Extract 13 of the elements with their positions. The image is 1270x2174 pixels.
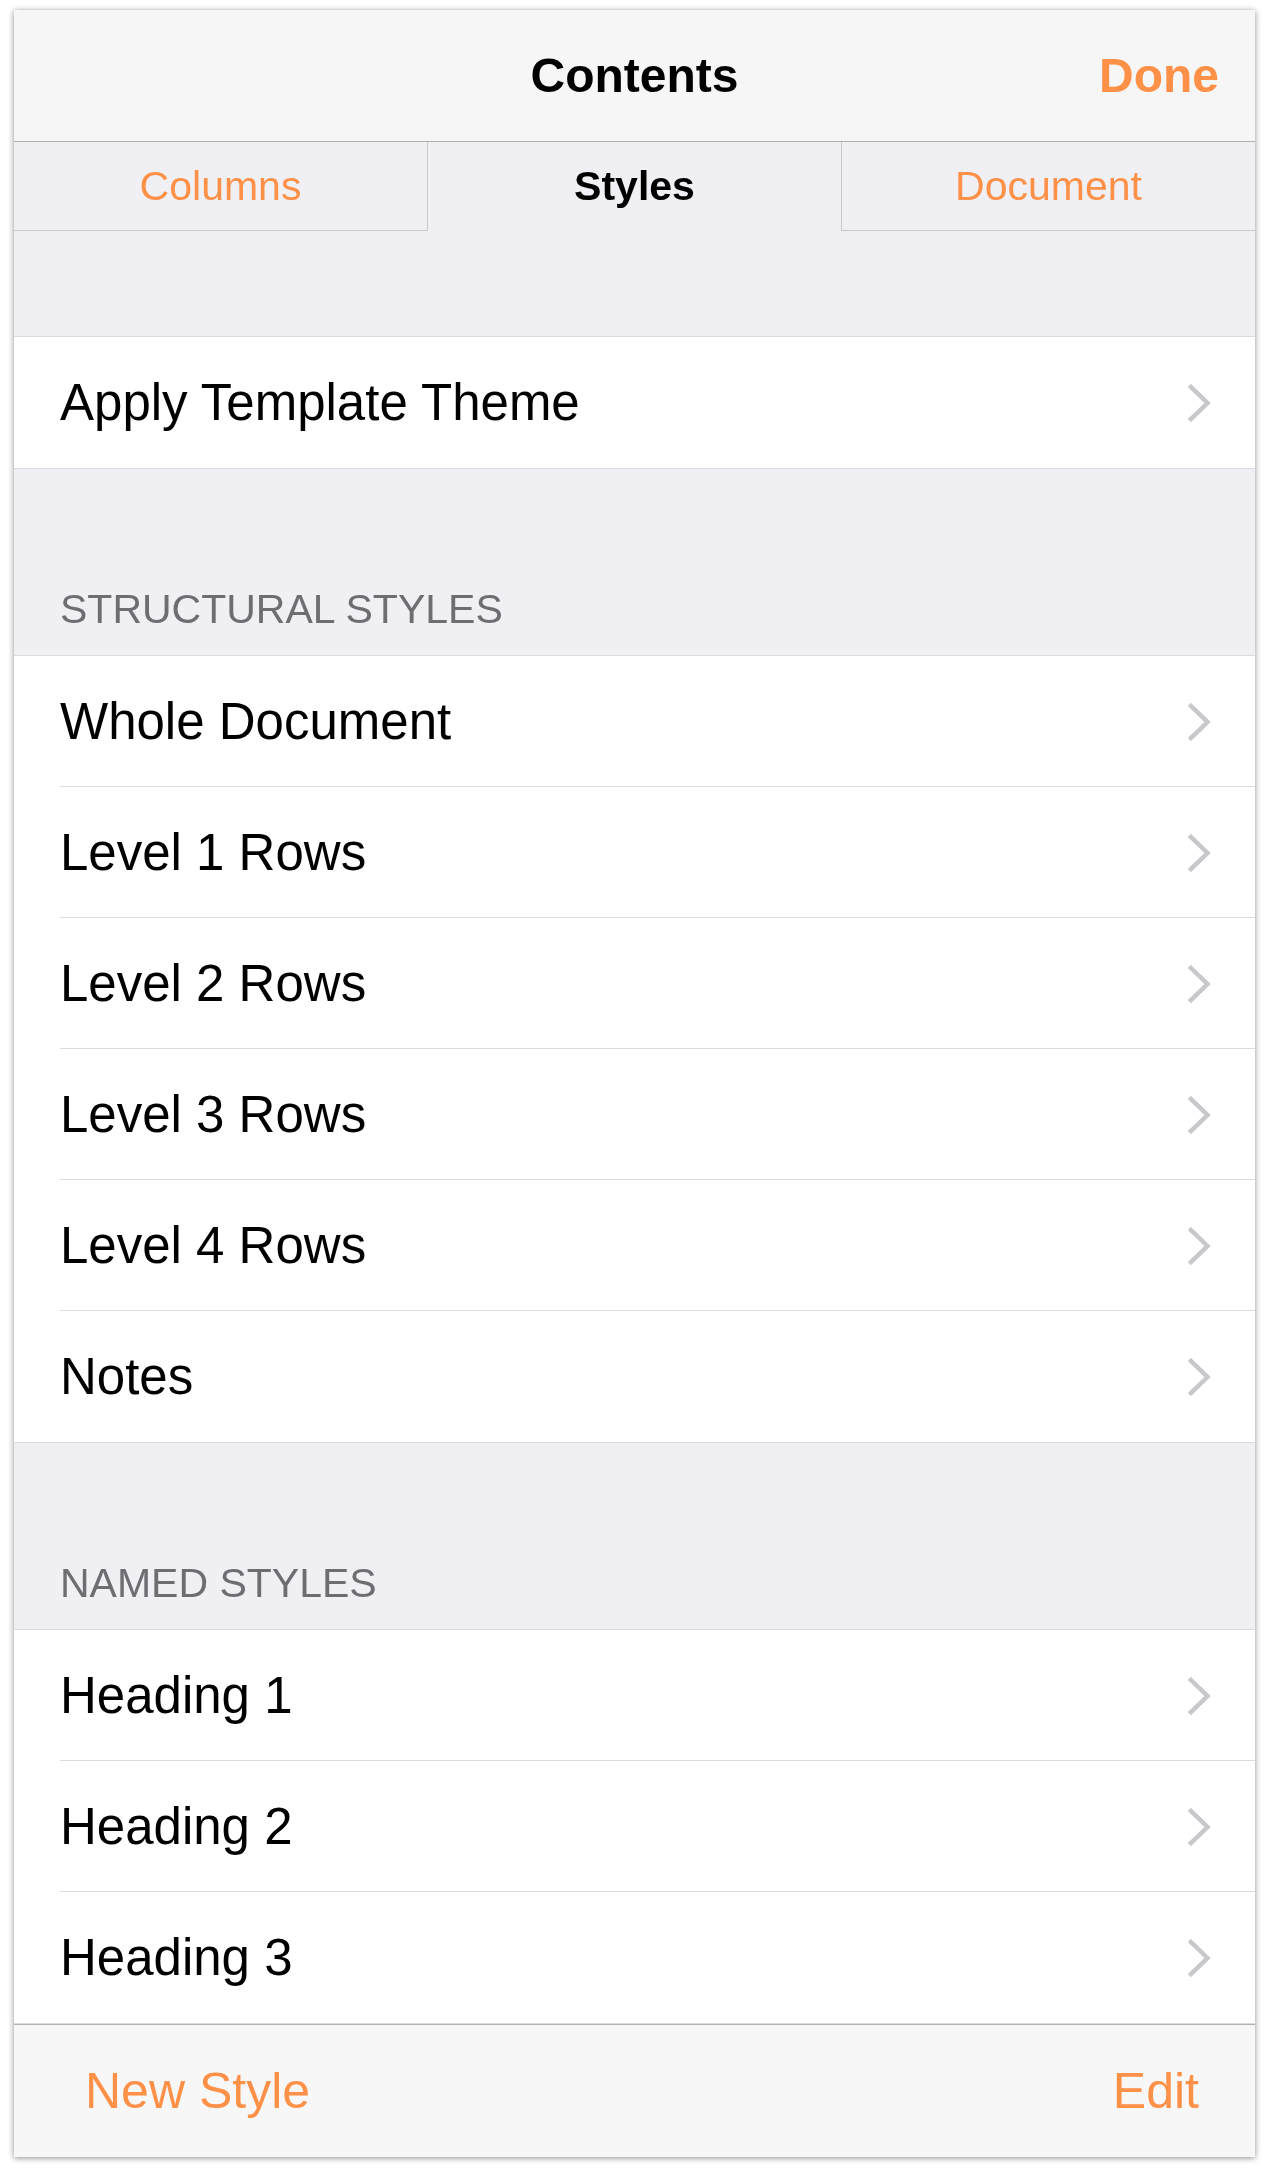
section-header: STRUCTURAL STYLES <box>60 586 503 633</box>
chevron-right-icon <box>1188 1807 1211 1846</box>
chevron-right-icon <box>1188 383 1211 422</box>
section-header: NAMED STYLES <box>60 1560 377 1607</box>
nav-title: Contents <box>530 48 739 103</box>
chevron-right-icon <box>1188 1938 1211 1977</box>
chevron-right-icon <box>1188 1676 1211 1715</box>
chevron-right-icon <box>1188 833 1211 872</box>
chevron-right-icon <box>1188 1357 1211 1396</box>
chevron-right-icon <box>1188 1095 1211 1134</box>
chevron-right-icon <box>1188 964 1211 1003</box>
chevron-right-icon <box>1188 702 1211 741</box>
chevron-right-icon <box>1188 1226 1211 1265</box>
